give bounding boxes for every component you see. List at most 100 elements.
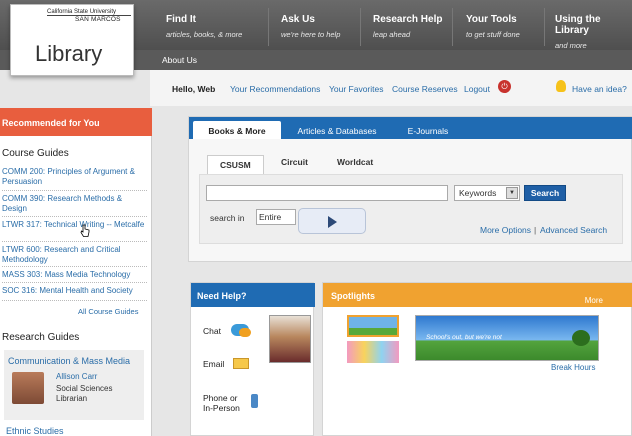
- course-reserves-link[interactable]: Course Reserves: [392, 84, 458, 94]
- course-guides-heading: Course Guides: [2, 148, 69, 159]
- research-guide-title[interactable]: Communication & Mass Media: [8, 356, 130, 366]
- nav-using-the-library[interactable]: Using the Library and more: [555, 14, 632, 50]
- banner-text: School's out, but we're not: [426, 334, 502, 341]
- search-panel: Books & More Articles & Databases E-Jour…: [188, 116, 632, 262]
- search-button[interactable]: Search: [524, 185, 566, 201]
- nav-divider: [452, 8, 453, 46]
- spotlight-thumbnail[interactable]: [347, 315, 399, 337]
- search-input[interactable]: [206, 185, 448, 201]
- nav-your-tools[interactable]: Your Tools to get stuff done: [466, 14, 520, 39]
- nav-find-it-subtitle: articles, books, & more: [166, 30, 243, 39]
- staff-photo: [269, 315, 311, 363]
- spotlights-panel: Spotlights More School's out, but we're …: [322, 282, 632, 436]
- nav-your-tools-title: Your Tools: [466, 14, 517, 25]
- subtab-worldcat[interactable]: Worldcat: [337, 157, 373, 167]
- subtab-csusm[interactable]: CSUSM: [207, 155, 264, 174]
- chevron-down-icon: ▼: [506, 187, 518, 199]
- course-guide-link[interactable]: LTWR 600: Research and Critical Methodol…: [2, 245, 147, 265]
- chat-link[interactable]: Chat: [203, 326, 221, 336]
- nav-find-it[interactable]: Find It articles, books, & more: [166, 14, 242, 39]
- librarian-role-line: Social Sciences: [56, 384, 113, 393]
- nav-research-help-subtitle: leap ahead: [373, 30, 411, 39]
- librarian-role: Social Sciences Librarian: [56, 384, 112, 404]
- user-bar: Hello, Web Your Recommendations Your Fav…: [150, 70, 632, 106]
- research-guide-card: Communication & Mass Media Allison Carr …: [4, 350, 144, 420]
- librarian-avatar: [12, 372, 44, 404]
- course-guide-link[interactable]: SOC 316: Mental Health and Society: [2, 286, 147, 296]
- tab-articles-databases[interactable]: Articles & Databases: [287, 121, 387, 139]
- divider: [2, 241, 147, 242]
- nav-your-tools-subtitle: to get stuff done: [466, 30, 520, 39]
- subtab-circuit[interactable]: Circuit: [281, 157, 308, 167]
- search-form: Keywords ▼ Search search in Entire More …: [199, 174, 623, 244]
- phone-in-person-link[interactable]: Phone or In-Person: [203, 393, 240, 413]
- course-guide-link[interactable]: COMM 390: Research Methods & Design: [2, 194, 147, 214]
- divider: [2, 282, 147, 283]
- sidebar: Recommended for You Course Guides COMM 2…: [0, 108, 152, 436]
- have-an-idea-link[interactable]: Have an idea?: [572, 84, 627, 94]
- nav-ask-us-subtitle: we're here to help: [281, 30, 341, 39]
- hand-cursor-icon: [80, 224, 90, 237]
- about-us-link[interactable]: About Us: [162, 55, 197, 65]
- search-field-value: Keywords: [459, 188, 497, 198]
- nav-research-help[interactable]: Research Help leap ahead: [373, 14, 442, 39]
- search-scope-select[interactable]: Entire: [256, 209, 296, 225]
- more-options-link[interactable]: More Options: [480, 225, 531, 235]
- search-tabs: Books & More Articles & Databases E-Jour…: [189, 117, 632, 139]
- nav-ask-us-title: Ask Us: [281, 14, 315, 25]
- need-help-panel: Need Help? Chat Email Phone or In-Person: [190, 282, 315, 436]
- research-guides-heading: Research Guides: [2, 332, 80, 343]
- librarian-name[interactable]: Allison Carr: [56, 372, 97, 381]
- search-in-label: search in: [210, 213, 245, 223]
- logout-link[interactable]: Logout: [464, 84, 490, 94]
- your-recommendations-link[interactable]: Your Recommendations: [230, 84, 320, 94]
- course-guide-link[interactable]: COMM 200: Principles of Argument & Persu…: [2, 167, 147, 187]
- lightbulb-icon: [556, 80, 566, 92]
- play-icon: [328, 216, 337, 228]
- course-guide-link[interactable]: MASS 303: Mass Media Technology: [2, 270, 147, 280]
- nav-research-help-title: Research Help: [373, 14, 443, 25]
- nav-using-the-library-subtitle: and more: [555, 41, 587, 50]
- link-divider: |: [534, 225, 537, 235]
- tree-graphic: [572, 330, 590, 346]
- nav-divider: [544, 8, 545, 46]
- phone-label-line: Phone or: [203, 393, 238, 403]
- nav-find-it-title: Find It: [166, 14, 196, 25]
- chat-bubble-icon: [239, 328, 251, 337]
- tab-books-and-more[interactable]: Books & More: [193, 121, 281, 139]
- nav-ask-us[interactable]: Ask Us we're here to help: [281, 14, 340, 39]
- greeting: Hello, Web: [172, 84, 216, 94]
- nav-divider: [360, 8, 361, 46]
- recommended-heading: Recommended for You: [0, 108, 152, 136]
- spotlights-more-link[interactable]: More: [585, 296, 603, 305]
- logo-title: Library: [35, 41, 103, 66]
- course-guide-link[interactable]: LTWR 317: Technical Writing -- Metcalfe: [2, 220, 147, 230]
- break-hours-link[interactable]: Break Hours: [551, 363, 595, 372]
- spotlight-banner-image[interactable]: School's out, but we're not: [415, 315, 599, 361]
- spotlights-heading: Spotlights More: [323, 283, 632, 307]
- need-help-heading: Need Help?: [191, 283, 315, 307]
- advanced-search-link[interactable]: Advanced Search: [540, 225, 607, 235]
- library-logo[interactable]: California State University SAN MARCOS L…: [10, 4, 134, 76]
- logo-campus: SAN MARCOS: [75, 16, 121, 23]
- video-play-overlay[interactable]: [298, 208, 366, 234]
- all-course-guides-link[interactable]: All Course Guides: [78, 307, 138, 316]
- nav-using-the-library-title: Using the Library: [555, 14, 601, 36]
- divider: [2, 266, 147, 267]
- your-favorites-link[interactable]: Your Favorites: [329, 84, 384, 94]
- spotlight-thumbnail[interactable]: [347, 341, 399, 363]
- envelope-icon[interactable]: [233, 358, 249, 369]
- tab-e-journals[interactable]: E-Journals: [395, 121, 461, 139]
- power-icon[interactable]: ⏻: [498, 80, 511, 93]
- nav-divider: [268, 8, 269, 46]
- search-field-select[interactable]: Keywords ▼: [454, 185, 520, 201]
- librarian-role-line: Librarian: [56, 394, 88, 403]
- email-link[interactable]: Email: [203, 359, 224, 369]
- divider: [2, 300, 147, 301]
- phone-icon[interactable]: [251, 394, 258, 408]
- divider: [2, 216, 147, 217]
- research-guide-link[interactable]: Ethnic Studies: [6, 426, 64, 436]
- phone-label-line: In-Person: [203, 403, 240, 413]
- divider: [2, 190, 147, 191]
- spotlights-title: Spotlights: [331, 291, 375, 301]
